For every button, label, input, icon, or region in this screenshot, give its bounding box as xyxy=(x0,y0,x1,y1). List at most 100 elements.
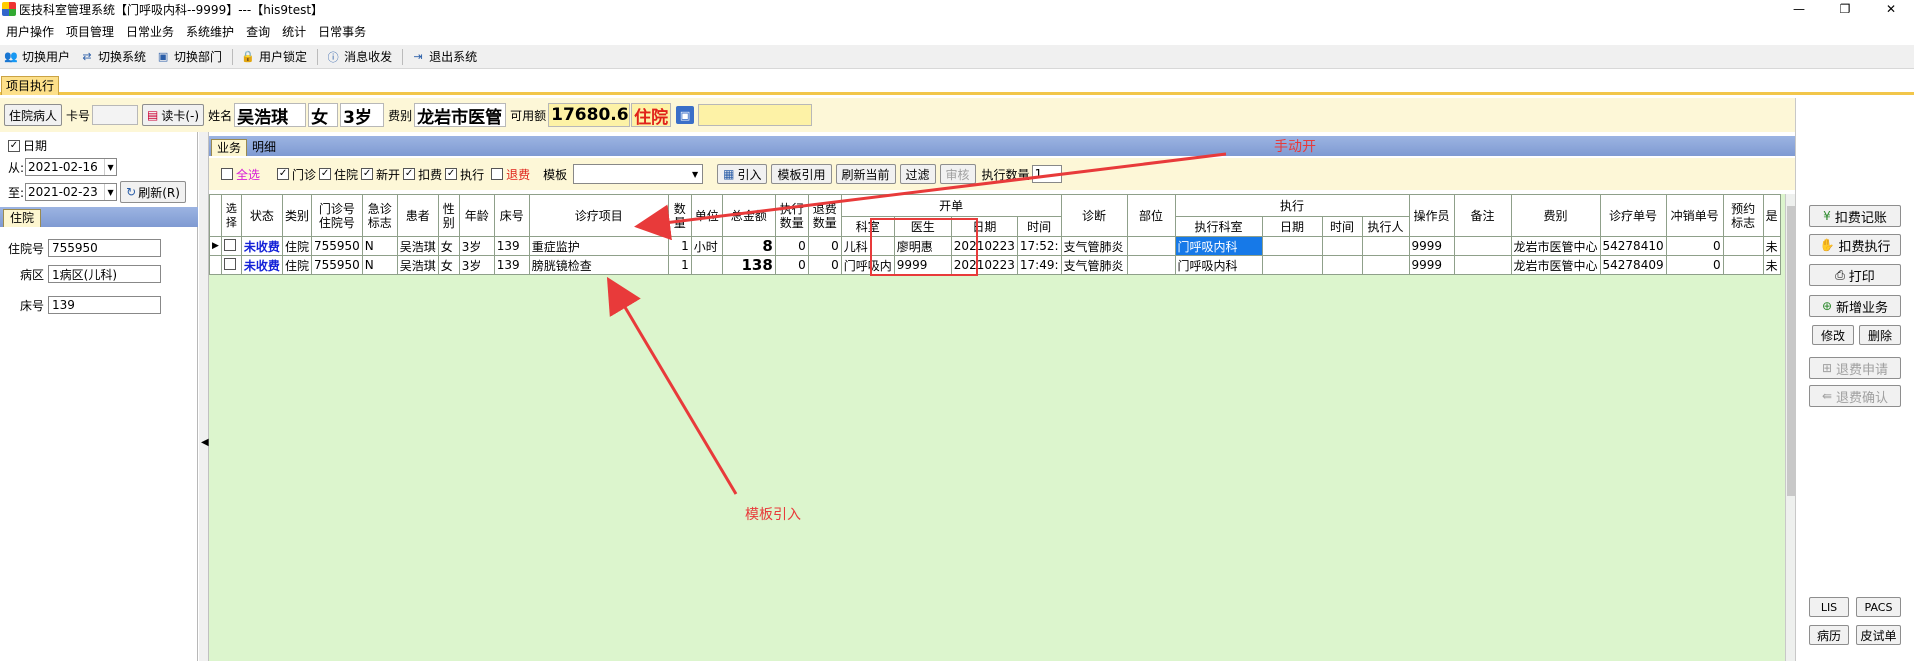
print-button[interactable]: ⎙ 打印 xyxy=(1809,264,1901,286)
lis-button[interactable]: LIS xyxy=(1809,597,1849,617)
executed-checkbox[interactable]: ✓ xyxy=(445,168,458,180)
ward-field[interactable]: 1病区(儿科) xyxy=(48,265,161,283)
new-business-label: 新增业务 xyxy=(1836,300,1889,316)
refresh-button[interactable]: ↻ 刷新(R) xyxy=(120,181,187,203)
import-button[interactable]: ▦ 引入 xyxy=(717,164,768,184)
inpatient-button[interactable]: 住院病人 xyxy=(4,104,63,126)
filter-executed[interactable]: ✓ 执行 xyxy=(445,166,484,183)
extra-field[interactable] xyxy=(698,104,813,126)
menu-daily-affairs[interactable]: 日常事务 xyxy=(312,23,372,40)
header-last: 是 xyxy=(1762,194,1781,237)
bed-row: 床号 139 xyxy=(0,296,161,314)
refund-confirm-button[interactable]: ⇚ 退费确认 xyxy=(1809,385,1901,407)
close-icon[interactable]: ✕ xyxy=(1868,0,1914,18)
exit-button[interactable]: ⇥ 退出系统 xyxy=(411,48,477,65)
restore-icon[interactable]: ❐ xyxy=(1822,0,1868,18)
message-button[interactable]: ⓘ 消息收发 xyxy=(326,48,393,65)
cell-bed: 139 xyxy=(493,236,530,256)
filter-charged[interactable]: ✓ 扣费 xyxy=(403,166,442,183)
menu-query[interactable]: 查询 xyxy=(240,23,276,40)
to-date-value: 2021-02-23 xyxy=(28,185,98,199)
info-icon[interactable]: ▣ xyxy=(676,106,695,124)
outpatient-checkbox[interactable]: ✓ xyxy=(277,168,290,180)
cell-gender: 女 xyxy=(437,255,460,275)
filter-new[interactable]: ✓ 新开 xyxy=(361,166,400,183)
tab-business[interactable]: 业务 xyxy=(211,139,248,156)
table-row[interactable]: ▶ 未收费 住院 755950 N 吴浩琪 女 3岁 139 重症监护 1 小时… xyxy=(209,236,1781,256)
new-checkbox[interactable]: ✓ xyxy=(361,168,374,180)
exec-count-field[interactable]: 1 xyxy=(1031,165,1062,183)
refund-checkbox[interactable] xyxy=(491,168,504,180)
cell-executor xyxy=(1361,236,1410,256)
medical-history-button[interactable]: 病历 xyxy=(1809,625,1849,645)
filter-button[interactable]: 过滤 xyxy=(899,164,936,184)
switch-system-label: 切换系统 xyxy=(98,50,147,64)
pacs-button[interactable]: PACS xyxy=(1856,597,1901,617)
inpatient-checkbox[interactable]: ✓ xyxy=(319,168,332,180)
header-executor: 执行人 xyxy=(1361,216,1410,237)
minimize-icon[interactable]: — xyxy=(1776,0,1822,18)
table-row[interactable]: 未收费 住院 755950 N 吴浩琪 女 3岁 139 膀胱镜检查 1 138… xyxy=(209,255,1781,275)
switch-user-button[interactable]: 👥 切换用户 xyxy=(4,48,70,65)
row-select-checkbox[interactable] xyxy=(220,255,242,275)
menu-user-ops[interactable]: 用户操作 xyxy=(0,23,60,40)
select-all-option[interactable]: 全选 xyxy=(221,166,260,183)
select-all-checkbox[interactable] xyxy=(221,168,233,180)
age-field: 3岁 xyxy=(340,103,385,127)
cell-exec-dept[interactable]: 门呼吸内科 xyxy=(1174,236,1263,256)
admission-no-field[interactable]: 755950 xyxy=(48,239,161,257)
card-number-field[interactable] xyxy=(92,105,139,125)
switch-dept-button[interactable]: ▣ 切换部门 xyxy=(156,48,222,65)
window-controls: — ❐ ✕ xyxy=(1776,0,1914,18)
switch-system-button[interactable]: ⇄ 切换系统 xyxy=(80,48,146,65)
collapse-arrow-icon[interactable]: ◀ xyxy=(201,437,209,448)
charged-checkbox[interactable]: ✓ xyxy=(403,168,416,180)
row-checkbox[interactable] xyxy=(223,238,236,251)
menu-statistics[interactable]: 统计 xyxy=(276,23,312,40)
new-business-button[interactable]: ⊕ 新增业务 xyxy=(1809,295,1901,317)
tab-inpatient[interactable]: 住院 xyxy=(3,209,42,227)
charge-exec-button[interactable]: ✋ 扣费执行 xyxy=(1809,234,1901,256)
charge-record-button[interactable]: ¥ 扣费记账 xyxy=(1809,205,1901,227)
row-checkbox[interactable] xyxy=(223,257,236,270)
template-select[interactable]: ▼ xyxy=(573,164,704,184)
panel-splitter[interactable]: ◀ xyxy=(199,132,209,661)
skin-test-button[interactable]: 皮试单 xyxy=(1856,625,1901,645)
tab-item-execution[interactable]: 项目执行 xyxy=(1,76,60,95)
new-label: 新开 xyxy=(376,167,401,182)
header-category: 类别 xyxy=(281,194,312,237)
audit-button[interactable]: 审核 xyxy=(939,164,976,184)
refund-apply-button[interactable]: ⊞ 退费申请 xyxy=(1809,357,1901,379)
refresh-current-button[interactable]: 刷新当前 xyxy=(835,164,896,184)
left-panel: ✓ 日期 从: 2021-02-16 ▼ 至: 2021-02-23 ▼ ↻ 刷新(R… xyxy=(0,132,198,661)
menu-item-management[interactable]: 项目管理 xyxy=(60,23,120,40)
read-card-button[interactable]: ▤ 读卡(-) xyxy=(142,104,205,126)
grid-scrollbar[interactable] xyxy=(1785,194,1795,661)
header-refund-qty: 退费数量 xyxy=(807,194,842,237)
header-group-order: 开单 xyxy=(840,194,1062,217)
chevron-down-icon: ▼ xyxy=(104,184,116,200)
delete-button[interactable]: 删除 xyxy=(1859,325,1901,345)
row-select-checkbox[interactable] xyxy=(220,236,242,256)
bed-field[interactable]: 139 xyxy=(48,296,161,314)
date-checkbox[interactable]: ✓ xyxy=(8,139,20,152)
cell-exec-dept[interactable]: 门呼吸内科 xyxy=(1174,255,1263,275)
filter-refund[interactable]: 退费 xyxy=(491,166,530,183)
filter-outpatient[interactable]: ✓ 门诊 xyxy=(277,166,316,183)
menu-daily-business[interactable]: 日常业务 xyxy=(120,23,180,40)
exit-label: 退出系统 xyxy=(429,50,478,64)
template-ref-button[interactable]: 模板引用 xyxy=(771,164,832,184)
tab-detail[interactable]: 明细 xyxy=(247,139,281,156)
app-icon xyxy=(2,2,16,16)
from-date-picker[interactable]: 2021-02-16 ▼ xyxy=(25,158,118,176)
modify-button[interactable]: 修改 xyxy=(1812,325,1854,345)
visit-type-field: 住院 xyxy=(631,103,672,127)
cell-item: 膀胱镜检查 xyxy=(528,255,669,275)
to-date-picker[interactable]: 2021-02-23 ▼ xyxy=(25,183,118,201)
menu-system-maintenance[interactable]: 系统维护 xyxy=(180,23,240,40)
filter-inpatient[interactable]: ✓ 住院 xyxy=(319,166,358,183)
cell-gender: 女 xyxy=(437,236,460,256)
scrollbar-thumb[interactable] xyxy=(1787,206,1795,496)
user-lock-button[interactable]: 🔒 用户锁定 xyxy=(241,48,307,65)
header-exec-time: 时间 xyxy=(1321,216,1363,237)
